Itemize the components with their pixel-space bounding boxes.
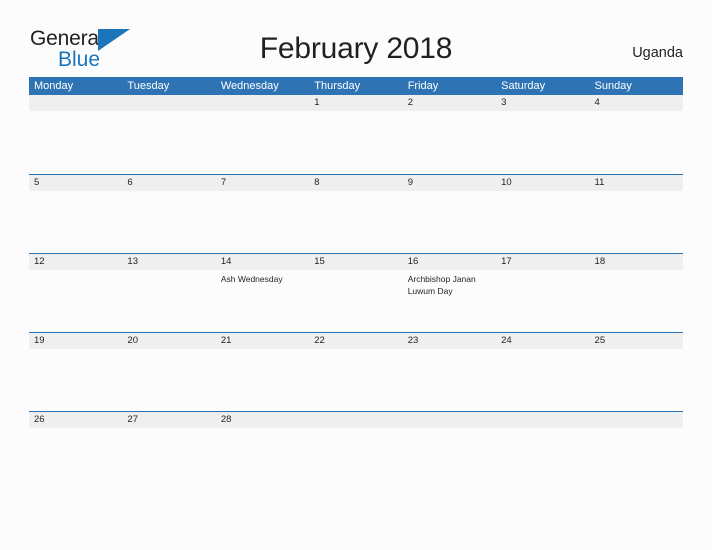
weekday-header-tuesday: Tuesday <box>127 80 170 92</box>
day-events: Archbishop Janan Luwum Day <box>403 270 496 297</box>
calendar-weeks: 1 2 3 4 5 6 7 8 9 10 11 12 13 14 Ash Wednesday 15 16 Arch… <box>29 95 683 439</box>
calendar-day-cell-empty <box>122 95 216 174</box>
day-number: 17 <box>496 254 590 270</box>
day-number: 20 <box>122 333 216 349</box>
calendar-day-cell-empty <box>402 412 497 439</box>
calendar-day-cell[interactable]: 22 <box>309 333 403 411</box>
day-number: 16 <box>402 254 497 270</box>
calendar-day-cell[interactable]: 25 <box>589 333 683 411</box>
page-title: February 2018 <box>259 32 453 65</box>
calendar-day-cell[interactable]: 9 <box>402 175 497 253</box>
calendar-day-cell[interactable]: 24 <box>496 333 590 411</box>
day-number <box>122 95 216 111</box>
calendar-day-cell[interactable]: 11 <box>589 175 683 253</box>
calendar-grid: Monday Tuesday Wednesday Thursday Friday Satu… <box>29 77 683 439</box>
day-number: 18 <box>589 254 683 270</box>
calendar-day-cell[interactable]: 26 <box>29 412 123 439</box>
weekday-header-row: Monday Tuesday Wednesday Thursday Friday Satu… <box>29 77 683 95</box>
day-number: 9 <box>402 175 497 191</box>
calendar-week-row: 19 20 21 22 23 24 25 <box>29 332 683 411</box>
calendar-week-row: 12 13 14 Ash Wednesday 15 16 Archbishop Janan … <box>29 253 683 332</box>
country-label: Uganda <box>632 45 683 61</box>
calendar-day-cell-empty <box>29 95 123 174</box>
day-number: 1 <box>309 95 403 111</box>
day-number: 8 <box>309 175 403 191</box>
calendar-day-cell-empty <box>215 95 310 174</box>
day-number: 28 <box>215 412 310 428</box>
weekday-header-thursday: Thursday <box>314 80 361 92</box>
calendar-day-cell[interactable]: 7 <box>215 175 310 253</box>
weekday-header-wednesday: Wednesday <box>220 80 279 92</box>
calendar-day-cell[interactable]: 6 <box>122 175 216 253</box>
calendar-event: Ash Wednesday <box>220 274 283 284</box>
calendar-day-cell[interactable]: 21 <box>215 333 310 411</box>
calendar-week-row: 1234 <box>29 95 683 174</box>
day-number: 27 <box>122 412 216 428</box>
day-number: 12 <box>29 254 123 270</box>
day-number <box>402 412 497 428</box>
day-number <box>309 412 403 428</box>
calendar-day-cell[interactable]: 23 <box>402 333 497 411</box>
day-number: 5 <box>29 175 123 191</box>
calendar-day-cell[interactable]: 10 <box>496 175 590 253</box>
day-number: 6 <box>122 175 216 191</box>
calendar-day-cell[interactable]: 14 Ash Wednesday <box>215 254 310 332</box>
day-number: 24 <box>496 333 590 349</box>
calendar-day-cell[interactable]: 3 <box>496 95 590 174</box>
weekday-header-monday: Monday <box>34 80 74 92</box>
calendar-week-row: 26 27 28 <box>29 411 683 439</box>
calendar-day-cell[interactable]: 28 <box>215 412 310 439</box>
day-number: 7 <box>215 175 310 191</box>
day-number: 14 <box>215 254 310 270</box>
calendar-day-cell[interactable]: 4 <box>589 95 683 174</box>
day-number <box>496 412 590 428</box>
day-number: 10 <box>496 175 590 191</box>
weekday-header-sunday: Sunday <box>594 80 632 92</box>
day-number <box>29 95 123 111</box>
calendar-day-cell-empty <box>309 412 403 439</box>
day-number: 26 <box>29 412 123 428</box>
calendar-day-cell[interactable]: 18 <box>589 254 683 332</box>
day-number: 25 <box>589 333 683 349</box>
day-number: 23 <box>402 333 497 349</box>
calendar-day-cell[interactable]: 2 <box>402 95 497 174</box>
day-number: 11 <box>589 175 683 191</box>
calendar-day-cell[interactable]: 8 <box>309 175 403 253</box>
calendar-day-cell[interactable]: 1 <box>309 95 403 174</box>
calendar-day-cell[interactable]: 20 <box>122 333 216 411</box>
day-number: 13 <box>122 254 216 270</box>
day-number: 4 <box>589 95 683 111</box>
calendar-day-cell[interactable]: 17 <box>496 254 590 332</box>
day-number <box>215 95 310 111</box>
calendar-day-cell[interactable]: 15 <box>309 254 403 332</box>
calendar-day-cell[interactable]: 13 <box>122 254 216 332</box>
calendar-day-cell-empty <box>496 412 590 439</box>
calendar-day-cell[interactable]: 16 Archbishop Janan Luwum Day <box>402 254 497 332</box>
page-header: General Blue February 2018 Uganda <box>0 0 712 76</box>
calendar-day-cell[interactable]: 5 <box>29 175 123 253</box>
weekday-header-friday: Friday <box>407 80 439 92</box>
day-number: 15 <box>309 254 403 270</box>
calendar-day-cell[interactable]: 27 <box>122 412 216 439</box>
day-events: Ash Wednesday <box>216 270 309 286</box>
day-number: 22 <box>309 333 403 349</box>
day-number: 2 <box>402 95 497 111</box>
weekday-header-saturday: Saturday <box>501 80 546 92</box>
calendar-event: Archbishop Janan Luwum Day <box>407 274 476 296</box>
day-number: 21 <box>215 333 310 349</box>
day-number: 19 <box>29 333 123 349</box>
day-number: 3 <box>496 95 590 111</box>
calendar-day-cell-empty <box>589 412 683 439</box>
calendar-week-row: 5 6 7 8 9 10 11 <box>29 174 683 253</box>
calendar-day-cell[interactable]: 19 <box>29 333 123 411</box>
day-number <box>589 412 683 428</box>
calendar-day-cell[interactable]: 12 <box>29 254 123 332</box>
